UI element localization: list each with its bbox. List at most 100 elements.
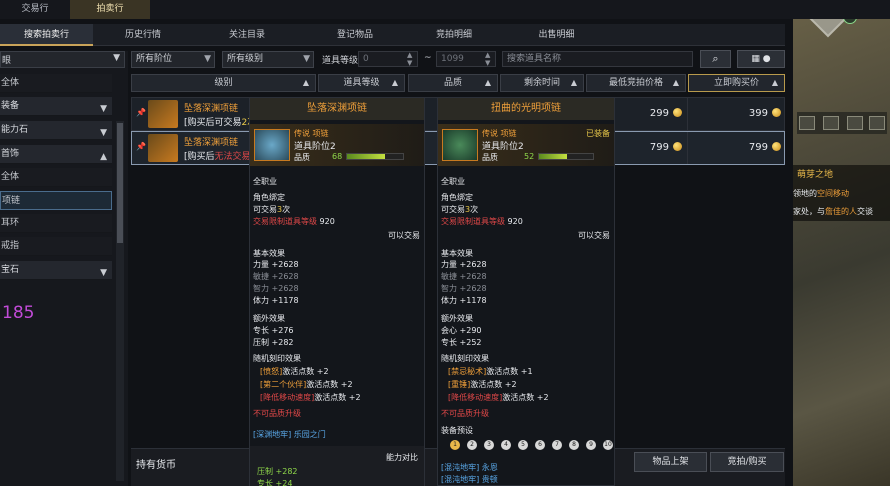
extra-stat-2: 压制 +282	[253, 338, 294, 347]
sort-up-icon: ▲	[484, 78, 491, 87]
preset-9[interactable]: 9	[586, 440, 596, 450]
detail-search-icon: ▦ ●	[751, 54, 771, 64]
currency-label: 持有货币	[136, 460, 176, 471]
engrave-label: 随机刻印效果	[441, 354, 489, 363]
sidebar-item-ability-stone[interactable]: 能力石 ▼	[0, 121, 112, 140]
quality-label: 品质	[482, 153, 498, 162]
skill-icon[interactable]	[869, 116, 885, 130]
trade-count: 可交易3次	[441, 205, 479, 214]
gold-coin-icon	[772, 142, 781, 151]
gold-coin-icon	[673, 108, 682, 117]
extra-stat-1: 专长 +276	[253, 326, 294, 335]
tab-sell-details[interactable]: 出售明细	[499, 24, 614, 46]
sidebar-item-necklace[interactable]: 项链	[0, 191, 112, 210]
scroll-thumb[interactable]	[117, 123, 123, 243]
extra-effects-label: 额外效果	[253, 314, 285, 323]
stat-dexterity: 敏捷 +2628	[441, 272, 487, 281]
pin-icon[interactable]: 📌	[136, 142, 146, 151]
bind-status: 角色绑定	[441, 193, 473, 202]
item-grade-type: 传说 项链	[294, 129, 329, 138]
tooltip-title: 坠落深渊项链	[250, 98, 424, 120]
necklace-icon	[254, 129, 290, 161]
stat-vitality: 体力 +1178	[441, 296, 487, 305]
range-tilde: ~	[424, 53, 432, 63]
level-max-stepper[interactable]: ▲ ▼	[485, 51, 490, 67]
level-min-stepper[interactable]: ▲ ▼	[407, 51, 412, 67]
engrave-2: [第二个伙伴]激活点数 +2	[260, 380, 353, 389]
tooltip-title: 扭曲的光明项链	[438, 98, 614, 120]
list-item-button[interactable]: 物品上架	[634, 452, 707, 472]
sidebar-item-gem[interactable]: 宝石 ▼	[0, 261, 112, 280]
quality-value: 52	[524, 152, 535, 161]
extra-effects-label: 额外效果	[441, 314, 473, 323]
sidebar-item-equipment[interactable]: 装备 ▼	[0, 97, 112, 116]
compare-label: 能力对比	[386, 453, 418, 462]
sort-up-icon: ▲	[771, 78, 778, 87]
stat-strength: 力量 +2628	[441, 260, 487, 269]
stat-strength: 力量 +2628	[253, 260, 299, 269]
column-header-remaining-time[interactable]: 剩余时间 ▲	[500, 74, 584, 92]
item-grade-type: 传说 项链	[482, 129, 517, 138]
extra-stat-1: 会心 +290	[441, 326, 482, 335]
sort-up-icon: ▲	[672, 78, 679, 87]
item-source-1: [混沌地牢] 永恩	[441, 463, 498, 472]
item-tooltip-equipped: 扭曲的光明项链 传说 项链 已装备 道具阶位2 品质 52 全职业 角色绑定 可…	[437, 97, 615, 486]
sidebar-item-accessories[interactable]: 首饰 ▲	[0, 145, 112, 164]
column-header-buyout[interactable]: 立即购买价 ▲	[688, 74, 785, 92]
preset-5[interactable]: 5	[518, 440, 528, 450]
pin-icon[interactable]: 📌	[136, 108, 146, 117]
engrave-1: [禁忌秘术]激活点数 +1	[448, 367, 533, 376]
preset-8[interactable]: 8	[569, 440, 579, 450]
tab-history[interactable]: 历史行情	[93, 24, 193, 46]
preset-4[interactable]: 4	[501, 440, 511, 450]
preset-list: 1 2 3 4 5 6 7 8 9 10	[450, 440, 613, 452]
sidebar-item-accessories-all[interactable]: 全体	[0, 168, 112, 187]
column-header-min-bid[interactable]: 最低竞拍价格 ▲	[586, 74, 686, 92]
search-input[interactable]: 搜索道具名称	[502, 51, 693, 67]
quality-value: 68	[332, 152, 343, 161]
equipment-presets-label: 装备预设	[441, 426, 473, 435]
extra-stat-2: 专长 +252	[441, 338, 482, 347]
preset-6[interactable]: 6	[535, 440, 545, 450]
tier-select[interactable]: 所有阶位 ▼	[131, 51, 215, 68]
sort-up-icon: ▲	[391, 78, 398, 87]
sidebar-item-ring[interactable]: 戒指	[0, 237, 112, 256]
skill-icon[interactable]	[823, 116, 839, 130]
engrave-3: [降低移动速度]激活点数 +2	[448, 393, 549, 402]
tab-watchlist[interactable]: 关注目录	[193, 24, 301, 46]
preset-1[interactable]: 1	[450, 440, 460, 450]
stat-intelligence: 智力 +2628	[441, 284, 487, 293]
sidebar-dropdown[interactable]: 眼 ▼	[0, 51, 125, 68]
tab-auction[interactable]: 拍卖行	[70, 0, 150, 19]
column-header-quality[interactable]: 品质 ▲	[408, 74, 498, 92]
sidebar-item-earring[interactable]: 耳环	[0, 214, 112, 233]
tab-bid-details[interactable]: 竞拍明细	[409, 24, 499, 46]
game-world-background: ✓ 萌芽之地 领地的空间移动 家处，与詹佳的人交谈	[793, 0, 890, 486]
column-header-grade[interactable]: 级别 ▲	[131, 74, 316, 92]
bid-buy-button[interactable]: 竞拍/购买	[710, 452, 784, 472]
grade-select[interactable]: 所有级别 ▼	[222, 51, 314, 68]
top-tab-bar: 交易行 拍卖行	[0, 0, 890, 19]
preset-2[interactable]: 2	[467, 440, 477, 450]
preset-3[interactable]: 3	[484, 440, 494, 450]
tab-exchange[interactable]: 交易行	[0, 0, 70, 19]
item-trade-note: [购买后可交易2次	[184, 118, 256, 128]
item-name: 坠落深渊项链	[184, 138, 239, 148]
currency-amount: 185	[2, 303, 35, 323]
preset-7[interactable]: 7	[552, 440, 562, 450]
base-effects-label: 基本效果	[253, 249, 285, 258]
column-header-item-level[interactable]: 道具等级 ▲	[318, 74, 405, 92]
search-icon[interactable]: ⌕	[700, 50, 731, 68]
skill-icon[interactable]	[799, 116, 815, 130]
class-restriction: 全职业	[441, 177, 465, 186]
tab-register[interactable]: 登记物品	[301, 24, 409, 46]
detail-search-button[interactable]: ▦ ●	[737, 50, 785, 68]
quality-bar	[538, 153, 594, 160]
preset-10[interactable]: 10	[603, 440, 613, 450]
stat-intelligence: 智力 +2628	[253, 284, 299, 293]
chevron-down-icon: ▼	[100, 104, 107, 114]
sidebar-item-all[interactable]: 全体	[0, 74, 112, 93]
skill-icon[interactable]	[847, 116, 863, 130]
item-tooltip-hovered: 坠落深渊项链 传说 项链 道具阶位2 品质 68 全职业 角色绑定 可交易3次 …	[249, 97, 425, 486]
tab-search-auction[interactable]: 搜索拍卖行	[0, 24, 93, 46]
